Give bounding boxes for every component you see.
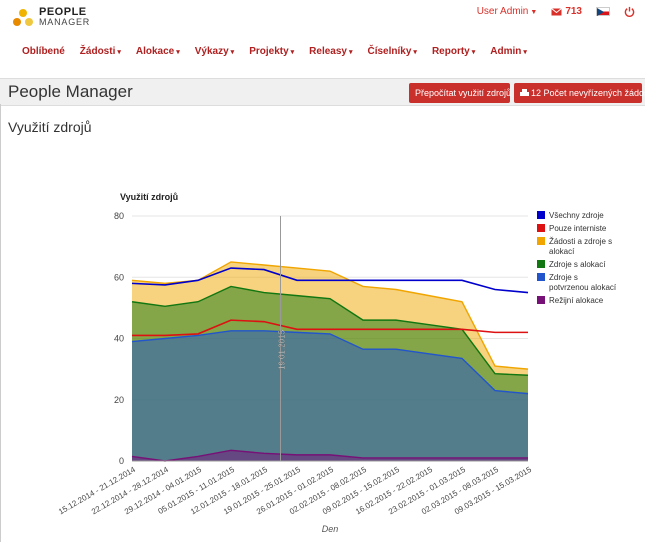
nav-item-2[interactable]: Alokace ▾ xyxy=(136,46,180,66)
crosshair-label: 19.01.2015 xyxy=(278,329,287,370)
legend-swatch[interactable] xyxy=(537,237,545,245)
mail-icon xyxy=(551,7,563,15)
legend-swatch[interactable] xyxy=(537,273,545,281)
legend-item-1[interactable]: Pouze interniste xyxy=(549,224,607,233)
logo-icon xyxy=(13,9,33,26)
nav-label: Žádosti xyxy=(79,46,116,57)
chart-svg: Využití zdrojů02040608019.01.201515.12.2… xyxy=(57,192,617,534)
legend-swatch[interactable] xyxy=(537,211,545,219)
unresolved-label: 12 Počet nevyřízených žádostí xyxy=(531,88,645,98)
flag-cz-icon[interactable] xyxy=(596,7,610,16)
section-title: Využití zdrojů xyxy=(8,119,92,135)
logo-line2: MANAGER xyxy=(39,17,91,27)
chevron-down-icon: ▼ xyxy=(530,9,538,16)
nav-label: Reporty xyxy=(431,46,470,57)
legend-item-5[interactable]: Režijní alokace xyxy=(549,296,604,305)
logo-line1: PEOPLE xyxy=(39,6,87,18)
nav-label: Číselníky xyxy=(367,46,412,57)
chevron-down-icon: ▾ xyxy=(471,49,476,56)
chevron-down-icon: ▾ xyxy=(176,49,180,56)
unresolved-requests-button[interactable]: 12 Počet nevyřízených žádostí xyxy=(514,83,645,103)
y-tick-label: 40 xyxy=(114,334,124,344)
nav-item-7[interactable]: Reporty ▾ xyxy=(432,46,475,66)
chevron-down-icon: ▾ xyxy=(290,49,295,56)
nav-item-3[interactable]: Výkazy ▾ xyxy=(195,46,234,66)
x-axis-label: Den xyxy=(322,524,339,534)
nav-label: Releasy xyxy=(309,46,347,57)
chevron-down-icon: ▾ xyxy=(230,49,235,56)
legend-item-4[interactable]: Zdroje s potvrzenou alokací xyxy=(549,273,617,292)
page-header: People Manager Přepočítat využití zdrojů… xyxy=(0,78,645,106)
y-tick-label: 60 xyxy=(114,272,124,282)
user-menu: User Admin ▼ 713 xyxy=(477,6,635,17)
nav-item-0[interactable]: Oblíbené xyxy=(22,46,65,66)
user-dropdown[interactable]: User Admin ▼ xyxy=(477,6,538,17)
nav-label: Výkazy xyxy=(194,46,229,57)
legend-item-3[interactable]: Zdroje s alokací xyxy=(549,260,606,269)
mail-count: 713 xyxy=(565,6,582,17)
printer-icon xyxy=(520,89,529,96)
legend-item-2[interactable]: Žádosti a zdroje s alokací xyxy=(549,237,612,256)
chart-title: Využití zdrojů xyxy=(120,192,178,202)
nav-item-1[interactable]: Žádosti ▾ xyxy=(80,46,121,66)
nav-item-4[interactable]: Projekty ▾ xyxy=(249,46,294,66)
legend-item-0[interactable]: Všechny zdroje xyxy=(549,211,604,220)
legend-swatch[interactable] xyxy=(537,260,545,268)
nav-label: Projekty xyxy=(249,46,289,57)
utilization-chart: Využití zdrojů 0 20 40 60 80 19.01.2015 15.12.2… xyxy=(0,180,645,542)
nav-item-6[interactable]: Číselníky ▾ xyxy=(368,46,417,66)
power-icon[interactable] xyxy=(624,6,635,17)
messages-button[interactable]: 713 xyxy=(551,6,582,17)
legend-swatch[interactable] xyxy=(537,296,545,304)
chevron-down-icon: ▾ xyxy=(348,49,353,56)
legend-swatch[interactable] xyxy=(537,224,545,232)
app-logo[interactable]: PEOPLE MANAGER xyxy=(12,4,122,34)
recalculate-button[interactable]: Přepočítat využití zdrojů xyxy=(409,83,511,103)
user-name: User Admin xyxy=(476,6,529,17)
y-tick-label: 20 xyxy=(114,395,124,405)
chevron-down-icon: ▾ xyxy=(523,49,527,56)
nav-label: Oblíbené xyxy=(22,46,65,57)
chevron-down-icon: ▾ xyxy=(413,49,417,56)
nav-label: Alokace xyxy=(135,46,175,57)
main-nav: Oblíbené Žádosti ▾ Alokace ▾ Výkazy ▾ Projekty ▾… xyxy=(0,46,645,66)
y-tick-label: 0 xyxy=(119,456,124,466)
nav-item-8[interactable]: Admin ▾ xyxy=(490,46,527,66)
nav-label: Admin xyxy=(490,46,522,57)
page-title: People Manager xyxy=(8,82,133,101)
chevron-down-icon: ▾ xyxy=(117,49,121,56)
y-tick-label: 80 xyxy=(114,211,124,221)
nav-item-5[interactable]: Releasy ▾ xyxy=(309,46,352,66)
top-bar: PEOPLE MANAGER User Admin ▼ 713 xyxy=(0,0,645,44)
